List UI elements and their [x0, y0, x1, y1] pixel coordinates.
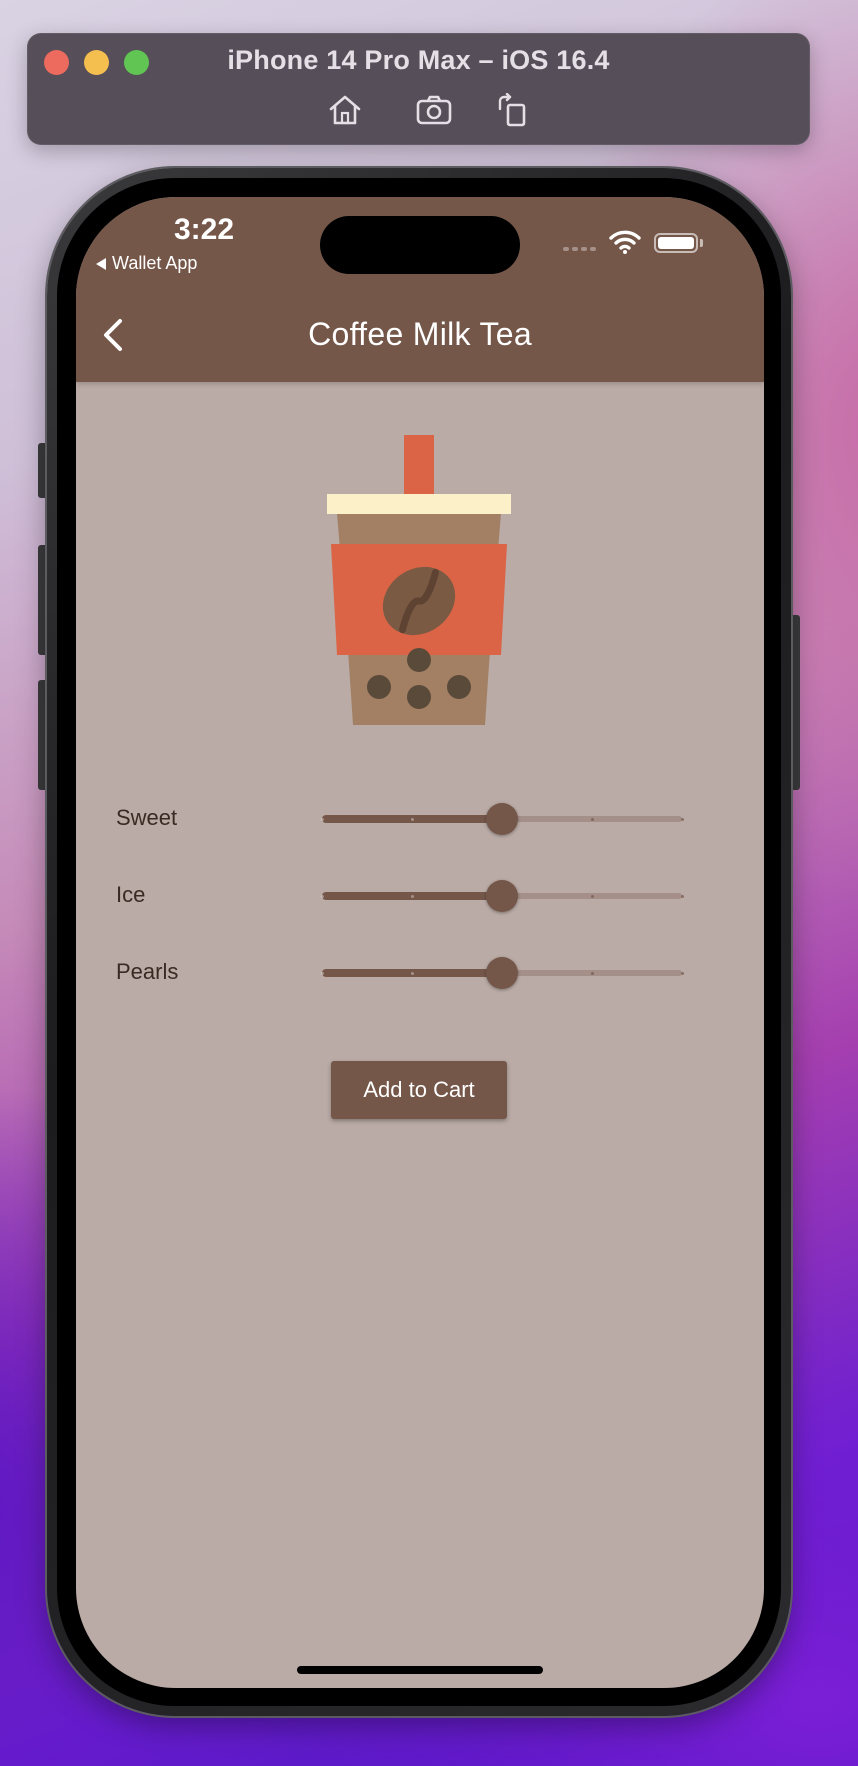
- sweet-slider[interactable]: [314, 799, 690, 839]
- power-button: [790, 615, 800, 790]
- slider-tick: [320, 895, 324, 898]
- simulator-title: iPhone 14 Pro Max – iOS 16.4: [227, 45, 610, 75]
- option-label: Pearls: [116, 959, 179, 984]
- option-label: Sweet: [116, 805, 178, 830]
- home-indicator: [297, 1666, 543, 1674]
- back-to-app-link[interactable]: Wallet App: [96, 253, 197, 274]
- slider-tick: [680, 818, 684, 821]
- home-icon[interactable]: [327, 93, 363, 127]
- back-arrow-icon: [96, 257, 106, 270]
- slider-tick: [590, 818, 594, 821]
- phone-screen: 3:22 Wallet App Coffee Milk Tea Sweet Ic…: [76, 197, 764, 1688]
- app-header: 3:22 Wallet App Coffee Milk Tea: [76, 197, 764, 382]
- slider-tick: [410, 895, 414, 898]
- slider-tick: [410, 818, 414, 821]
- option-label: Ice: [116, 882, 146, 907]
- slider-tick: [680, 972, 684, 975]
- pearls-slider[interactable]: [314, 953, 690, 993]
- slider-tick: [590, 895, 594, 898]
- back-app-label: Wallet App: [112, 253, 198, 273]
- bubble-tea-illustration: [327, 435, 511, 725]
- rotate-icon[interactable]: [494, 92, 530, 127]
- slider-tick: [410, 972, 414, 975]
- slider-tick: [320, 818, 324, 821]
- option-pearls: Pearls: [76, 953, 764, 993]
- dynamic-island: [320, 216, 520, 274]
- add-to-cart-button[interactable]: Add to Cart: [331, 1061, 507, 1119]
- slider-thumb[interactable]: [486, 880, 518, 912]
- option-ice: Ice: [76, 876, 764, 916]
- slider-tick: [680, 895, 684, 898]
- slider-tick: [320, 972, 324, 975]
- slider-thumb[interactable]: [486, 957, 518, 989]
- simulator-toolbar: iPhone 14 Pro Max – iOS 16.4: [27, 33, 810, 145]
- status-time: 3:22: [174, 213, 235, 246]
- slider-tick: [590, 972, 594, 975]
- battery-tip: [700, 239, 703, 247]
- slider-thumb[interactable]: [486, 803, 518, 835]
- wifi-icon: [609, 230, 641, 254]
- cellular-signal-icon: [563, 247, 596, 251]
- screenshot-icon[interactable]: [416, 93, 452, 127]
- ice-slider[interactable]: [314, 876, 690, 916]
- page-title: Coffee Milk Tea: [308, 316, 532, 352]
- battery-icon: [654, 233, 698, 253]
- option-sweet: Sweet: [76, 799, 764, 839]
